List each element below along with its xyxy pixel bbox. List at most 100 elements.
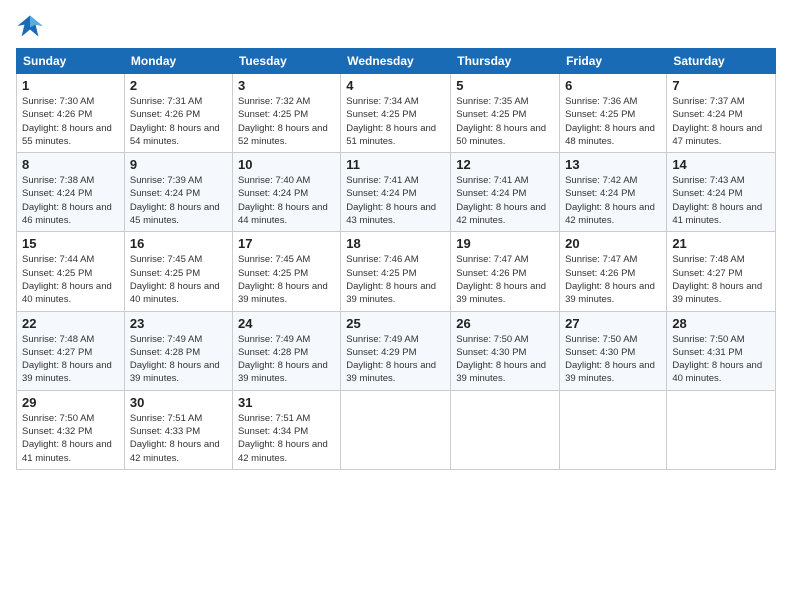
calendar-cell: 19 Sunrise: 7:47 AMSunset: 4:26 PMDayligh… <box>451 232 560 311</box>
day-info: Sunrise: 7:49 AMSunset: 4:28 PMDaylight:… <box>238 333 335 386</box>
day-info: Sunrise: 7:43 AMSunset: 4:24 PMDaylight:… <box>672 174 770 227</box>
day-info: Sunrise: 7:32 AMSunset: 4:25 PMDaylight:… <box>238 95 335 148</box>
calendar-cell: 31 Sunrise: 7:51 AMSunset: 4:34 PMDayligh… <box>232 390 340 469</box>
day-info: Sunrise: 7:37 AMSunset: 4:24 PMDaylight:… <box>672 95 770 148</box>
calendar-header-row: SundayMondayTuesdayWednesdayThursdayFrid… <box>17 49 776 74</box>
calendar-cell: 30Sunrise: 7:51 AMSunset: 4:33 PMDayligh… <box>124 390 232 469</box>
day-info: Sunrise: 7:36 AMSunset: 4:25 PMDaylight:… <box>565 95 661 148</box>
day-number: 25 <box>346 316 445 331</box>
calendar-cell: 6 Sunrise: 7:36 AMSunset: 4:25 PMDaylight… <box>560 74 667 153</box>
day-info: Sunrise: 7:48 AMSunset: 4:27 PMDaylight:… <box>22 333 119 386</box>
day-number: 28 <box>672 316 770 331</box>
day-info: Sunrise: 7:46 AMSunset: 4:25 PMDaylight:… <box>346 253 445 306</box>
calendar-cell: 8Sunrise: 7:38 AMSunset: 4:24 PMDaylight… <box>17 153 125 232</box>
week-row-3: 15Sunrise: 7:44 AMSunset: 4:25 PMDayligh… <box>17 232 776 311</box>
calendar-cell: 26Sunrise: 7:50 AMSunset: 4:30 PMDayligh… <box>451 311 560 390</box>
calendar-cell: 13 Sunrise: 7:42 AMSunset: 4:24 PMDayligh… <box>560 153 667 232</box>
calendar-cell: 11 Sunrise: 7:41 AMSunset: 4:24 PMDayligh… <box>341 153 451 232</box>
calendar-cell: 1Sunrise: 7:30 AMSunset: 4:26 PMDaylight… <box>17 74 125 153</box>
calendar-cell: 29 Sunrise: 7:50 AMSunset: 4:32 PMDayligh… <box>17 390 125 469</box>
day-number: 2 <box>130 78 227 93</box>
col-header-monday: Monday <box>124 49 232 74</box>
day-number: 10 <box>238 157 335 172</box>
day-info: Sunrise: 7:40 AMSunset: 4:24 PMDaylight:… <box>238 174 335 227</box>
day-number: 17 <box>238 236 335 251</box>
day-number: 16 <box>130 236 227 251</box>
page: SundayMondayTuesdayWednesdayThursdayFrid… <box>0 0 792 612</box>
day-number: 20 <box>565 236 661 251</box>
calendar-cell: 7 Sunrise: 7:37 AMSunset: 4:24 PMDaylight… <box>667 74 776 153</box>
day-number: 11 <box>346 157 445 172</box>
calendar-cell: 22 Sunrise: 7:48 AMSunset: 4:27 PMDayligh… <box>17 311 125 390</box>
day-info: Sunrise: 7:35 AMSunset: 4:25 PMDaylight:… <box>456 95 554 148</box>
day-number: 23 <box>130 316 227 331</box>
col-header-sunday: Sunday <box>17 49 125 74</box>
day-number: 21 <box>672 236 770 251</box>
day-info: Sunrise: 7:50 AMSunset: 4:32 PMDaylight:… <box>22 412 119 465</box>
calendar-cell: 16 Sunrise: 7:45 AMSunset: 4:25 PMDayligh… <box>124 232 232 311</box>
day-info: Sunrise: 7:49 AMSunset: 4:29 PMDaylight:… <box>346 333 445 386</box>
calendar-cell: 9 Sunrise: 7:39 AMSunset: 4:24 PMDaylight… <box>124 153 232 232</box>
day-number: 9 <box>130 157 227 172</box>
day-number: 26 <box>456 316 554 331</box>
col-header-thursday: Thursday <box>451 49 560 74</box>
calendar-cell: 18 Sunrise: 7:46 AMSunset: 4:25 PMDayligh… <box>341 232 451 311</box>
week-row-1: 1Sunrise: 7:30 AMSunset: 4:26 PMDaylight… <box>17 74 776 153</box>
calendar-cell: 10 Sunrise: 7:40 AMSunset: 4:24 PMDayligh… <box>232 153 340 232</box>
col-header-friday: Friday <box>560 49 667 74</box>
day-info: Sunrise: 7:34 AMSunset: 4:25 PMDaylight:… <box>346 95 445 148</box>
day-info: Sunrise: 7:50 AMSunset: 4:30 PMDaylight:… <box>565 333 661 386</box>
day-info: Sunrise: 7:45 AMSunset: 4:25 PMDaylight:… <box>238 253 335 306</box>
day-number: 18 <box>346 236 445 251</box>
calendar-cell: 20 Sunrise: 7:47 AMSunset: 4:26 PMDayligh… <box>560 232 667 311</box>
day-info: Sunrise: 7:49 AMSunset: 4:28 PMDaylight:… <box>130 333 227 386</box>
day-info: Sunrise: 7:30 AMSunset: 4:26 PMDaylight:… <box>22 95 119 148</box>
calendar-cell: 27 Sunrise: 7:50 AMSunset: 4:30 PMDayligh… <box>560 311 667 390</box>
calendar-cell: 23 Sunrise: 7:49 AMSunset: 4:28 PMDayligh… <box>124 311 232 390</box>
col-header-wednesday: Wednesday <box>341 49 451 74</box>
day-number: 31 <box>238 395 335 410</box>
day-number: 6 <box>565 78 661 93</box>
day-info: Sunrise: 7:31 AMSunset: 4:26 PMDaylight:… <box>130 95 227 148</box>
calendar-cell: 5 Sunrise: 7:35 AMSunset: 4:25 PMDaylight… <box>451 74 560 153</box>
day-info: Sunrise: 7:50 AMSunset: 4:31 PMDaylight:… <box>672 333 770 386</box>
col-header-tuesday: Tuesday <box>232 49 340 74</box>
day-number: 8 <box>22 157 119 172</box>
calendar-cell: 28 Sunrise: 7:50 AMSunset: 4:31 PMDayligh… <box>667 311 776 390</box>
day-info: Sunrise: 7:45 AMSunset: 4:25 PMDaylight:… <box>130 253 227 306</box>
calendar-cell: 15Sunrise: 7:44 AMSunset: 4:25 PMDayligh… <box>17 232 125 311</box>
day-info: Sunrise: 7:51 AMSunset: 4:34 PMDaylight:… <box>238 412 335 465</box>
day-number: 22 <box>22 316 119 331</box>
calendar-cell <box>667 390 776 469</box>
day-info: Sunrise: 7:41 AMSunset: 4:24 PMDaylight:… <box>346 174 445 227</box>
calendar-cell: 3 Sunrise: 7:32 AMSunset: 4:25 PMDaylight… <box>232 74 340 153</box>
day-info: Sunrise: 7:41 AMSunset: 4:24 PMDaylight:… <box>456 174 554 227</box>
day-number: 19 <box>456 236 554 251</box>
day-info: Sunrise: 7:51 AMSunset: 4:33 PMDaylight:… <box>130 412 227 465</box>
header <box>16 12 776 40</box>
calendar-cell: 21 Sunrise: 7:48 AMSunset: 4:27 PMDayligh… <box>667 232 776 311</box>
day-number: 13 <box>565 157 661 172</box>
day-info: Sunrise: 7:48 AMSunset: 4:27 PMDaylight:… <box>672 253 770 306</box>
day-number: 7 <box>672 78 770 93</box>
day-number: 5 <box>456 78 554 93</box>
day-info: Sunrise: 7:47 AMSunset: 4:26 PMDaylight:… <box>565 253 661 306</box>
calendar-cell: 24 Sunrise: 7:49 AMSunset: 4:28 PMDayligh… <box>232 311 340 390</box>
logo <box>16 12 48 40</box>
calendar-cell: 17 Sunrise: 7:45 AMSunset: 4:25 PMDayligh… <box>232 232 340 311</box>
col-header-saturday: Saturday <box>667 49 776 74</box>
calendar-cell <box>560 390 667 469</box>
calendar-cell <box>451 390 560 469</box>
week-row-2: 8Sunrise: 7:38 AMSunset: 4:24 PMDaylight… <box>17 153 776 232</box>
day-number: 14 <box>672 157 770 172</box>
day-info: Sunrise: 7:42 AMSunset: 4:24 PMDaylight:… <box>565 174 661 227</box>
day-number: 27 <box>565 316 661 331</box>
day-number: 24 <box>238 316 335 331</box>
calendar-cell <box>341 390 451 469</box>
day-info: Sunrise: 7:47 AMSunset: 4:26 PMDaylight:… <box>456 253 554 306</box>
calendar-cell: 2 Sunrise: 7:31 AMSunset: 4:26 PMDaylight… <box>124 74 232 153</box>
day-number: 3 <box>238 78 335 93</box>
day-info: Sunrise: 7:39 AMSunset: 4:24 PMDaylight:… <box>130 174 227 227</box>
week-row-5: 29 Sunrise: 7:50 AMSunset: 4:32 PMDayligh… <box>17 390 776 469</box>
day-number: 29 <box>22 395 119 410</box>
